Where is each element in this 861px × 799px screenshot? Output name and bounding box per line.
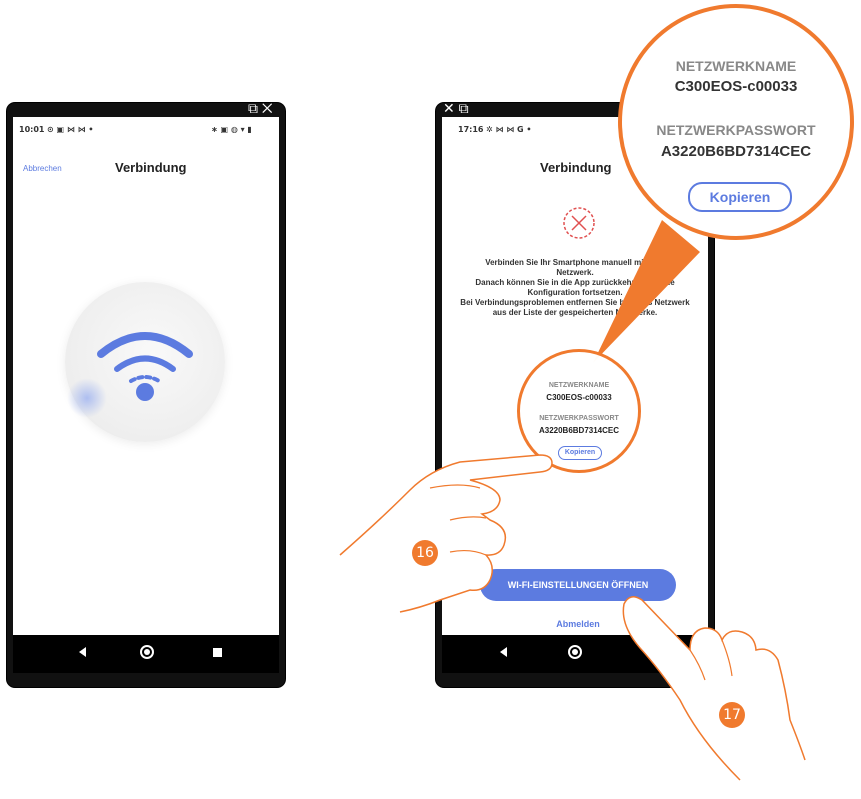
phone1-screen: 10:01 ⊙ ▣ ⋈ ⋈ • ∗ ▣ ◍ ▾ ▮ Abbrechen Verb… [13,117,279,673]
zoom-network-name-value: C300EOS-c00033 [674,78,798,95]
message-line-5: Bei Verbindungsproblemen entfernen Sie b… [460,298,690,307]
phone1-status-icons-left: ⊙ ▣ ⋈ ⋈ • [47,125,94,134]
message-line-2: Netzwerk. [556,268,594,277]
zoom-circle-small: NETZWERKNAME C300EOS-c00033 NETZWERKPASS… [517,349,641,473]
network-name-value: C300EOS-c00033 [546,393,612,402]
password-value: A3220B6BD7314CEC [538,426,620,435]
phone2-status-icons-left: ✲ ⋈ ⋈ G • [486,125,532,134]
page-title-2: Verbindung [540,160,612,175]
recent-apps-icon[interactable] [213,648,222,657]
logout-link[interactable]: Abmelden [540,619,616,629]
zoom-network-name-label: NETZWERKNAME [675,58,797,74]
phone2-time: 17:16 [458,125,484,134]
wifi-settings-button[interactable]: WI-FI-EINSTELLUNGEN ÖFFNEN [480,569,676,601]
message-line-6: aus der Liste der gespeicherten Netzwerk… [492,308,658,317]
phone1-window-icons[interactable]: ⧉ ✕ [248,100,273,117]
password-label: NETZWERKPASSWORT [539,415,619,422]
message-line-3: Danach können Sie in die App zurückkehre… [475,278,675,287]
home-icon[interactable] [140,645,154,659]
wifi-icon [97,332,193,401]
zoom-password-value: A3220B6BD7314CEC [660,143,812,160]
page-title: Verbindung [115,160,187,175]
back-icon-2[interactable] [500,647,507,657]
message-line-4: Konfiguration fortsetzen. [527,288,623,297]
phone1-time: 10:01 [19,125,45,134]
phone1-navbar [13,635,279,673]
phone1-statusbar: 10:01 ⊙ ▣ ⋈ ⋈ • ∗ ▣ ◍ ▾ ▮ [13,117,279,143]
cancel-link[interactable]: Abbrechen [23,164,62,173]
connection-message: Verbinden Sie Ihr Smartphone manuell mit… [446,258,704,318]
zoom-password-label: NETZWERKPASSWORT [656,122,816,138]
phone1-status-icons-right: ∗ ▣ ◍ ▾ ▮ [211,125,252,134]
phone2-window-icons[interactable]: ✕ ⧉ [443,100,469,117]
step-badge-16: 16 [412,540,438,566]
wifi-loading-circle [65,282,225,442]
step-badge-17: 17 [719,702,745,728]
copy-button[interactable]: Kopieren [558,446,602,460]
error-icon [563,207,595,239]
zoom-circle-large: NETZWERKNAME C300EOS-c00033 NETZWERKPASS… [618,4,854,240]
phone2-navbar [442,635,708,673]
zoom-copy-button[interactable]: Kopieren [688,182,792,212]
back-icon[interactable] [79,647,86,657]
message-line-1: Verbinden Sie Ihr Smartphone manuell mit… [485,258,665,267]
network-name-label: NETZWERKNAME [548,382,610,389]
home-icon-2[interactable] [568,645,582,659]
